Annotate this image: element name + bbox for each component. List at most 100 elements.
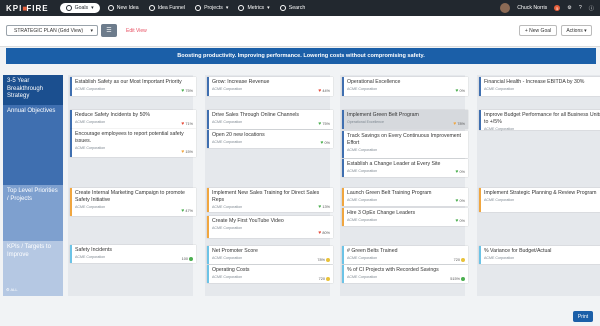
goal-card-owner: ACME Corporation bbox=[347, 147, 378, 152]
goal-card-status: ♥ 75% bbox=[318, 121, 330, 127]
gear-icon[interactable]: ⚙ bbox=[567, 5, 572, 11]
heart-icon: ♥ bbox=[455, 88, 459, 94]
heart-icon: ♥ bbox=[181, 88, 185, 94]
goal-card-title: Launch Green Belt Training Program bbox=[347, 190, 432, 196]
all-filter[interactable]: ⚙ ALL bbox=[6, 287, 18, 292]
goal-card-owner: ACME Corporation bbox=[212, 139, 243, 144]
goal-card[interactable]: % of CI Projects with Recorded Savings AC… bbox=[342, 265, 468, 283]
goal-card-owner: ACME Corporation bbox=[212, 204, 243, 209]
print-button[interactable]: Print bbox=[573, 311, 593, 322]
edit-view-link[interactable]: Edit View bbox=[126, 28, 147, 34]
goal-card[interactable]: Establish Safety as our Most Important P… bbox=[70, 77, 196, 96]
nav-metrics[interactable]: Metrics ▾ bbox=[233, 0, 274, 16]
view-settings-button[interactable]: ☰ bbox=[101, 24, 117, 37]
status-dot-icon bbox=[461, 277, 465, 281]
goal-card-value: 0% bbox=[324, 141, 331, 145]
notification-badge[interactable]: 5 bbox=[554, 5, 561, 11]
goal-card-title: Track Savings on Every Continuous Improv… bbox=[347, 133, 461, 146]
avatar[interactable] bbox=[500, 3, 511, 13]
goal-card[interactable]: Establish a Change Leader at Every Site A… bbox=[342, 159, 468, 177]
chart-icon bbox=[238, 5, 245, 11]
top-nav: KPI■FIRE Goals ▾ New Idea Idea Funnel Pr… bbox=[0, 0, 600, 16]
goal-card[interactable]: Safety Incidents ACME Corporation 100 bbox=[70, 245, 196, 263]
goal-card[interactable]: Launch Green Belt Training Program ACME C… bbox=[342, 188, 468, 206]
goal-card-owner: ACME Corporation bbox=[347, 86, 378, 91]
goal-card[interactable]: # Green Belts Trained ACME Corporation 720 bbox=[342, 246, 468, 264]
info-icon[interactable]: ⓘ bbox=[589, 5, 594, 12]
heart-icon: ♥ bbox=[181, 208, 185, 214]
goal-card[interactable]: Encourage employees to report potential … bbox=[70, 129, 196, 157]
lightbulb-icon bbox=[107, 5, 114, 11]
goal-card[interactable]: Create Internal Marketing Campaign to pr… bbox=[70, 188, 196, 216]
status-dot-icon bbox=[461, 258, 465, 262]
row-label-strategy: 3-5 Year Breakthrough Strategy bbox=[3, 75, 63, 105]
help-icon[interactable]: ? bbox=[579, 5, 582, 11]
goal-card-title: Create My First YouTube Video bbox=[212, 218, 284, 224]
goal-card-status: ♥ 15% bbox=[181, 149, 193, 155]
goal-card-value: 720 bbox=[453, 258, 460, 262]
goal-card-title: Net Promoter Score bbox=[212, 248, 258, 254]
goal-card-value: 720 bbox=[318, 277, 325, 281]
heart-icon: ♥ bbox=[455, 169, 459, 175]
goal-card-value: 75% bbox=[322, 122, 330, 126]
heart-icon: ♥ bbox=[181, 121, 185, 127]
goal-card-title: Implement New Sales Training for Direct … bbox=[212, 190, 320, 203]
goal-card[interactable]: Implement Green Belt Program Operational … bbox=[342, 110, 468, 129]
nav-new-idea[interactable]: New Idea bbox=[103, 0, 144, 16]
goal-card-title: Implement Green Belt Program bbox=[347, 112, 419, 118]
user-name[interactable]: Chuck Norris bbox=[517, 5, 547, 11]
nav-search[interactable]: Search bbox=[275, 0, 310, 16]
goal-card[interactable]: Grow: Increase Revenue ACME Corporation ♥ 4… bbox=[207, 77, 333, 96]
goal-card[interactable]: Open 20 new locations ACME Corporation ♥ 0% bbox=[207, 130, 333, 148]
goal-card[interactable]: Create My First YouTube Video ACME Corpor… bbox=[207, 216, 333, 238]
goal-card-owner: ACME Corporation bbox=[75, 119, 106, 124]
goal-card-status: ♥ 80% bbox=[318, 230, 330, 236]
goal-card[interactable]: Improve Budget Performance for all Busin… bbox=[479, 110, 600, 131]
goal-card[interactable]: Net Promoter Score ACME Corporation 78% bbox=[207, 246, 333, 264]
actions-button[interactable]: Actions ▾ bbox=[561, 25, 592, 36]
nav-idea-funnel[interactable]: Idea Funnel bbox=[144, 0, 190, 16]
goal-card-owner: ACME Corporation bbox=[484, 255, 515, 260]
goal-card[interactable]: Reduce Safety Incidents by 50% ACME Corpo… bbox=[70, 110, 196, 129]
goal-card-owner: ACME Corporation bbox=[347, 274, 378, 279]
goal-card[interactable]: Drive Sales Through Online Channels ACME … bbox=[207, 110, 333, 129]
goal-card-owner: ACME Corporation bbox=[347, 255, 378, 260]
goal-card-value: 80% bbox=[322, 231, 330, 235]
goal-card-title: Establish a Change Leader at Every Site bbox=[347, 161, 441, 167]
goal-card[interactable]: Implement Strategic Planning & Review Pr… bbox=[479, 188, 600, 212]
heart-icon: ♥ bbox=[318, 204, 322, 210]
goal-card-title: Reduce Safety Incidents by 50% bbox=[75, 112, 150, 118]
goal-card[interactable]: Track Savings on Every Continuous Improv… bbox=[342, 131, 468, 158]
goal-card[interactable]: Hire 3 OpEx Change Leaders ACME Corporati… bbox=[342, 208, 468, 226]
nav-goals[interactable]: Goals ▾ bbox=[59, 3, 100, 13]
goal-card-title: Financial Health - Increase EBITDA by 30… bbox=[484, 79, 585, 85]
nav-projects[interactable]: Projects ▾ bbox=[190, 0, 233, 16]
goal-card-status: ♥ 71% bbox=[181, 121, 193, 127]
heart-icon: ♥ bbox=[318, 230, 322, 236]
goal-card-title: Hire 3 OpEx Change Leaders bbox=[347, 210, 416, 216]
goal-card-status: ♥ 0% bbox=[456, 169, 465, 175]
goal-card[interactable]: Operational Excellence ACME Corporation ♥ 0… bbox=[342, 77, 468, 96]
goal-card[interactable]: Implement New Sales Training for Direct … bbox=[207, 188, 333, 212]
goal-card-title: Operating Costs bbox=[212, 267, 250, 273]
new-goal-button[interactable]: + New Goal bbox=[519, 25, 557, 36]
goal-card-status: 720 bbox=[454, 258, 465, 262]
goal-card-status: ♥ 47% bbox=[181, 208, 193, 214]
view-select[interactable]: STRATEGIC PLAN (Grid View) ▾ bbox=[6, 25, 98, 36]
goal-card[interactable]: Financial Health - Increase EBITDA by 30… bbox=[479, 77, 600, 96]
goal-card[interactable]: % Variance for Budget/Actual ACME Corpora… bbox=[479, 246, 600, 264]
kpifire-logo[interactable]: KPI■FIRE bbox=[6, 4, 49, 13]
goal-card-title: Operational Excellence bbox=[347, 79, 401, 85]
goal-card[interactable]: Operating Costs ACME Corporation 720 bbox=[207, 265, 333, 283]
goal-card-title: Establish Safety as our Most Important P… bbox=[75, 79, 182, 85]
heart-icon: ♥ bbox=[318, 121, 322, 127]
goal-card-value: 0% bbox=[459, 219, 466, 223]
goal-card-value: 78% bbox=[317, 258, 325, 262]
goal-card-owner: ACME Corporation bbox=[347, 168, 378, 173]
goal-card-status: ♥ 0% bbox=[456, 198, 465, 204]
goal-card-value: 75% bbox=[185, 89, 193, 93]
status-dot-icon bbox=[326, 277, 330, 281]
search-icon bbox=[279, 5, 286, 11]
goal-card-owner: ACME Corporation bbox=[484, 126, 515, 131]
funnel-icon bbox=[148, 5, 155, 11]
